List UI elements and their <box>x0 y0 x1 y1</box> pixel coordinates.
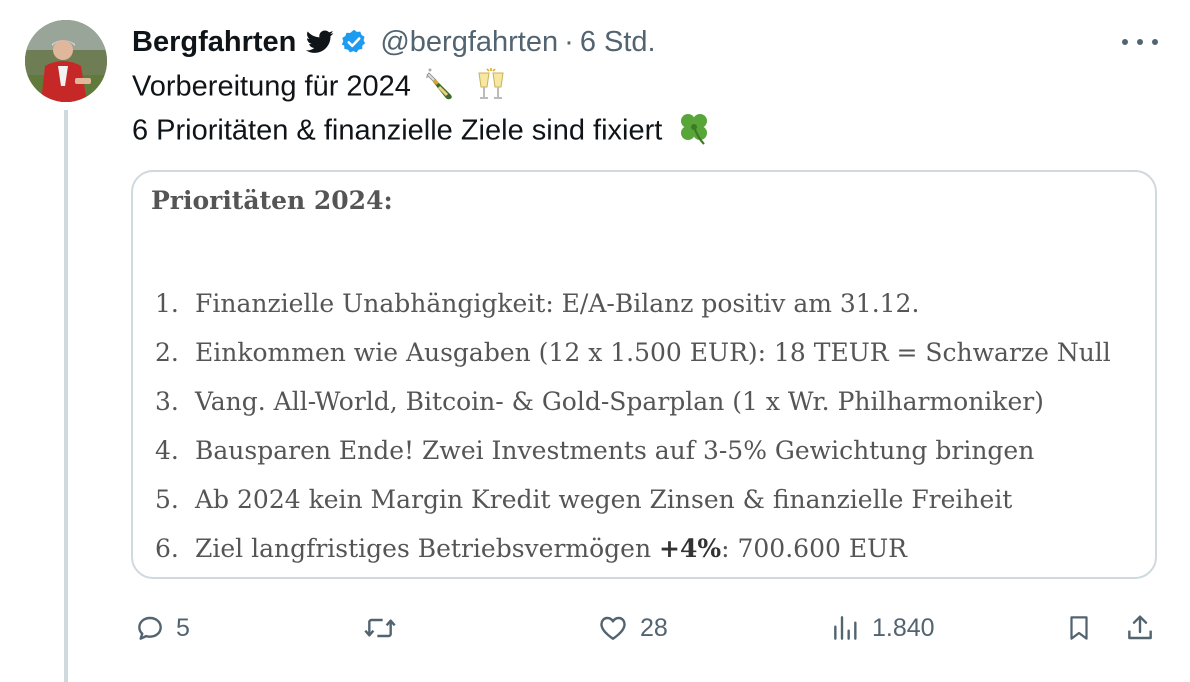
embedded-image-card[interactable]: Prioritäten 2024: 1. Finanzielle Unabhän… <box>131 170 1157 579</box>
twitter-bird-icon <box>306 30 334 54</box>
list-item: 4. Bausparen Ende! Zwei Investments auf … <box>155 426 1111 475</box>
verified-badge-icon[interactable] <box>340 28 368 56</box>
list-item-number: 1. <box>155 289 179 318</box>
four-leaf-clover-emoji <box>676 110 712 154</box>
list-item-text-bold: +4% <box>659 534 722 563</box>
share-icon <box>1124 612 1156 644</box>
list-item-number: 4. <box>155 436 179 465</box>
champagne-bottle-emoji <box>425 67 459 109</box>
like-count: 28 <box>640 613 668 642</box>
retweet-icon <box>362 612 398 644</box>
tweet-line-2: 6 Prioritäten & finanzielle Ziele sind f… <box>132 114 663 147</box>
list-item-text-after: : 700.600 EUR <box>721 534 907 563</box>
bar-chart-icon <box>830 612 862 644</box>
list-item: 3. Vang. All-World, Bitcoin- & Gold-Spar… <box>155 377 1111 426</box>
card-title: Prioritäten 2024: <box>151 186 393 215</box>
tweet-line-1: Vorbereitung für 2024 <box>132 70 411 103</box>
separator-dot: · <box>564 25 574 58</box>
heart-icon <box>596 612 630 644</box>
tweet-text-line-1: Vorbereitung für 2024 <box>132 67 509 109</box>
bookmark-button[interactable] <box>1064 606 1094 650</box>
author-name[interactable]: Bergfahrten <box>132 26 296 59</box>
reply-count: 5 <box>176 613 190 642</box>
list-item-number: 6. <box>155 534 179 563</box>
list-item-text: Ab 2024 kein Margin Kredit wegen Zinsen … <box>195 485 1013 514</box>
list-item-text: Finanzielle Unabhängigkeit: E/A-Bilanz p… <box>195 289 920 318</box>
retweet-button[interactable] <box>362 606 398 650</box>
views-button[interactable]: 1.840 <box>830 606 935 650</box>
list-item: 2. Einkommen wie Ausgaben (12 x 1.500 EU… <box>155 328 1111 377</box>
tweet-header: Bergfahrten @bergfahrten · 6 Std. <box>132 22 656 62</box>
list-item-text: Ziel langfristiges Betriebsvermögen +4%:… <box>195 534 907 563</box>
avatar[interactable] <box>25 20 107 102</box>
reply-icon <box>134 612 166 644</box>
list-item-text: Vang. All-World, Bitcoin- & Gold-Sparpla… <box>195 387 1044 416</box>
share-button[interactable] <box>1124 606 1156 650</box>
list-item: 5. Ab 2024 kein Margin Kredit wegen Zins… <box>155 475 1111 524</box>
tweet-text-line-2: 6 Prioritäten & finanzielle Ziele sind f… <box>132 110 712 154</box>
thread-line <box>64 110 68 682</box>
list-item: 6. Ziel langfristiges Betriebsvermögen +… <box>155 524 1111 573</box>
list-item-text: Einkommen wie Ausgaben (12 x 1.500 EUR):… <box>195 338 1111 367</box>
list-item-text-before: Ziel langfristiges Betriebsvermögen <box>195 534 660 563</box>
clinking-glasses-emoji <box>473 67 509 109</box>
list-item-number: 2. <box>155 338 179 367</box>
list-item: 1. Finanzielle Unabhängigkeit: E/A-Bilan… <box>155 279 1111 328</box>
list-item-number: 3. <box>155 387 179 416</box>
reply-button[interactable]: 5 <box>134 606 190 650</box>
timestamp[interactable]: 6 Std. <box>580 26 656 59</box>
views-count: 1.840 <box>872 613 935 642</box>
priority-list: 1. Finanzielle Unabhängigkeit: E/A-Bilan… <box>155 279 1111 573</box>
list-item-number: 5. <box>155 485 179 514</box>
list-item-text: Bausparen Ende! Zwei Investments auf 3-5… <box>195 436 1035 465</box>
tweet-actions: 5 28 1.840 <box>0 606 1190 650</box>
more-options-icon[interactable] <box>1122 30 1158 54</box>
like-button[interactable]: 28 <box>596 606 668 650</box>
bookmark-icon <box>1064 612 1094 644</box>
author-handle[interactable]: @bergfahrten <box>380 26 558 59</box>
